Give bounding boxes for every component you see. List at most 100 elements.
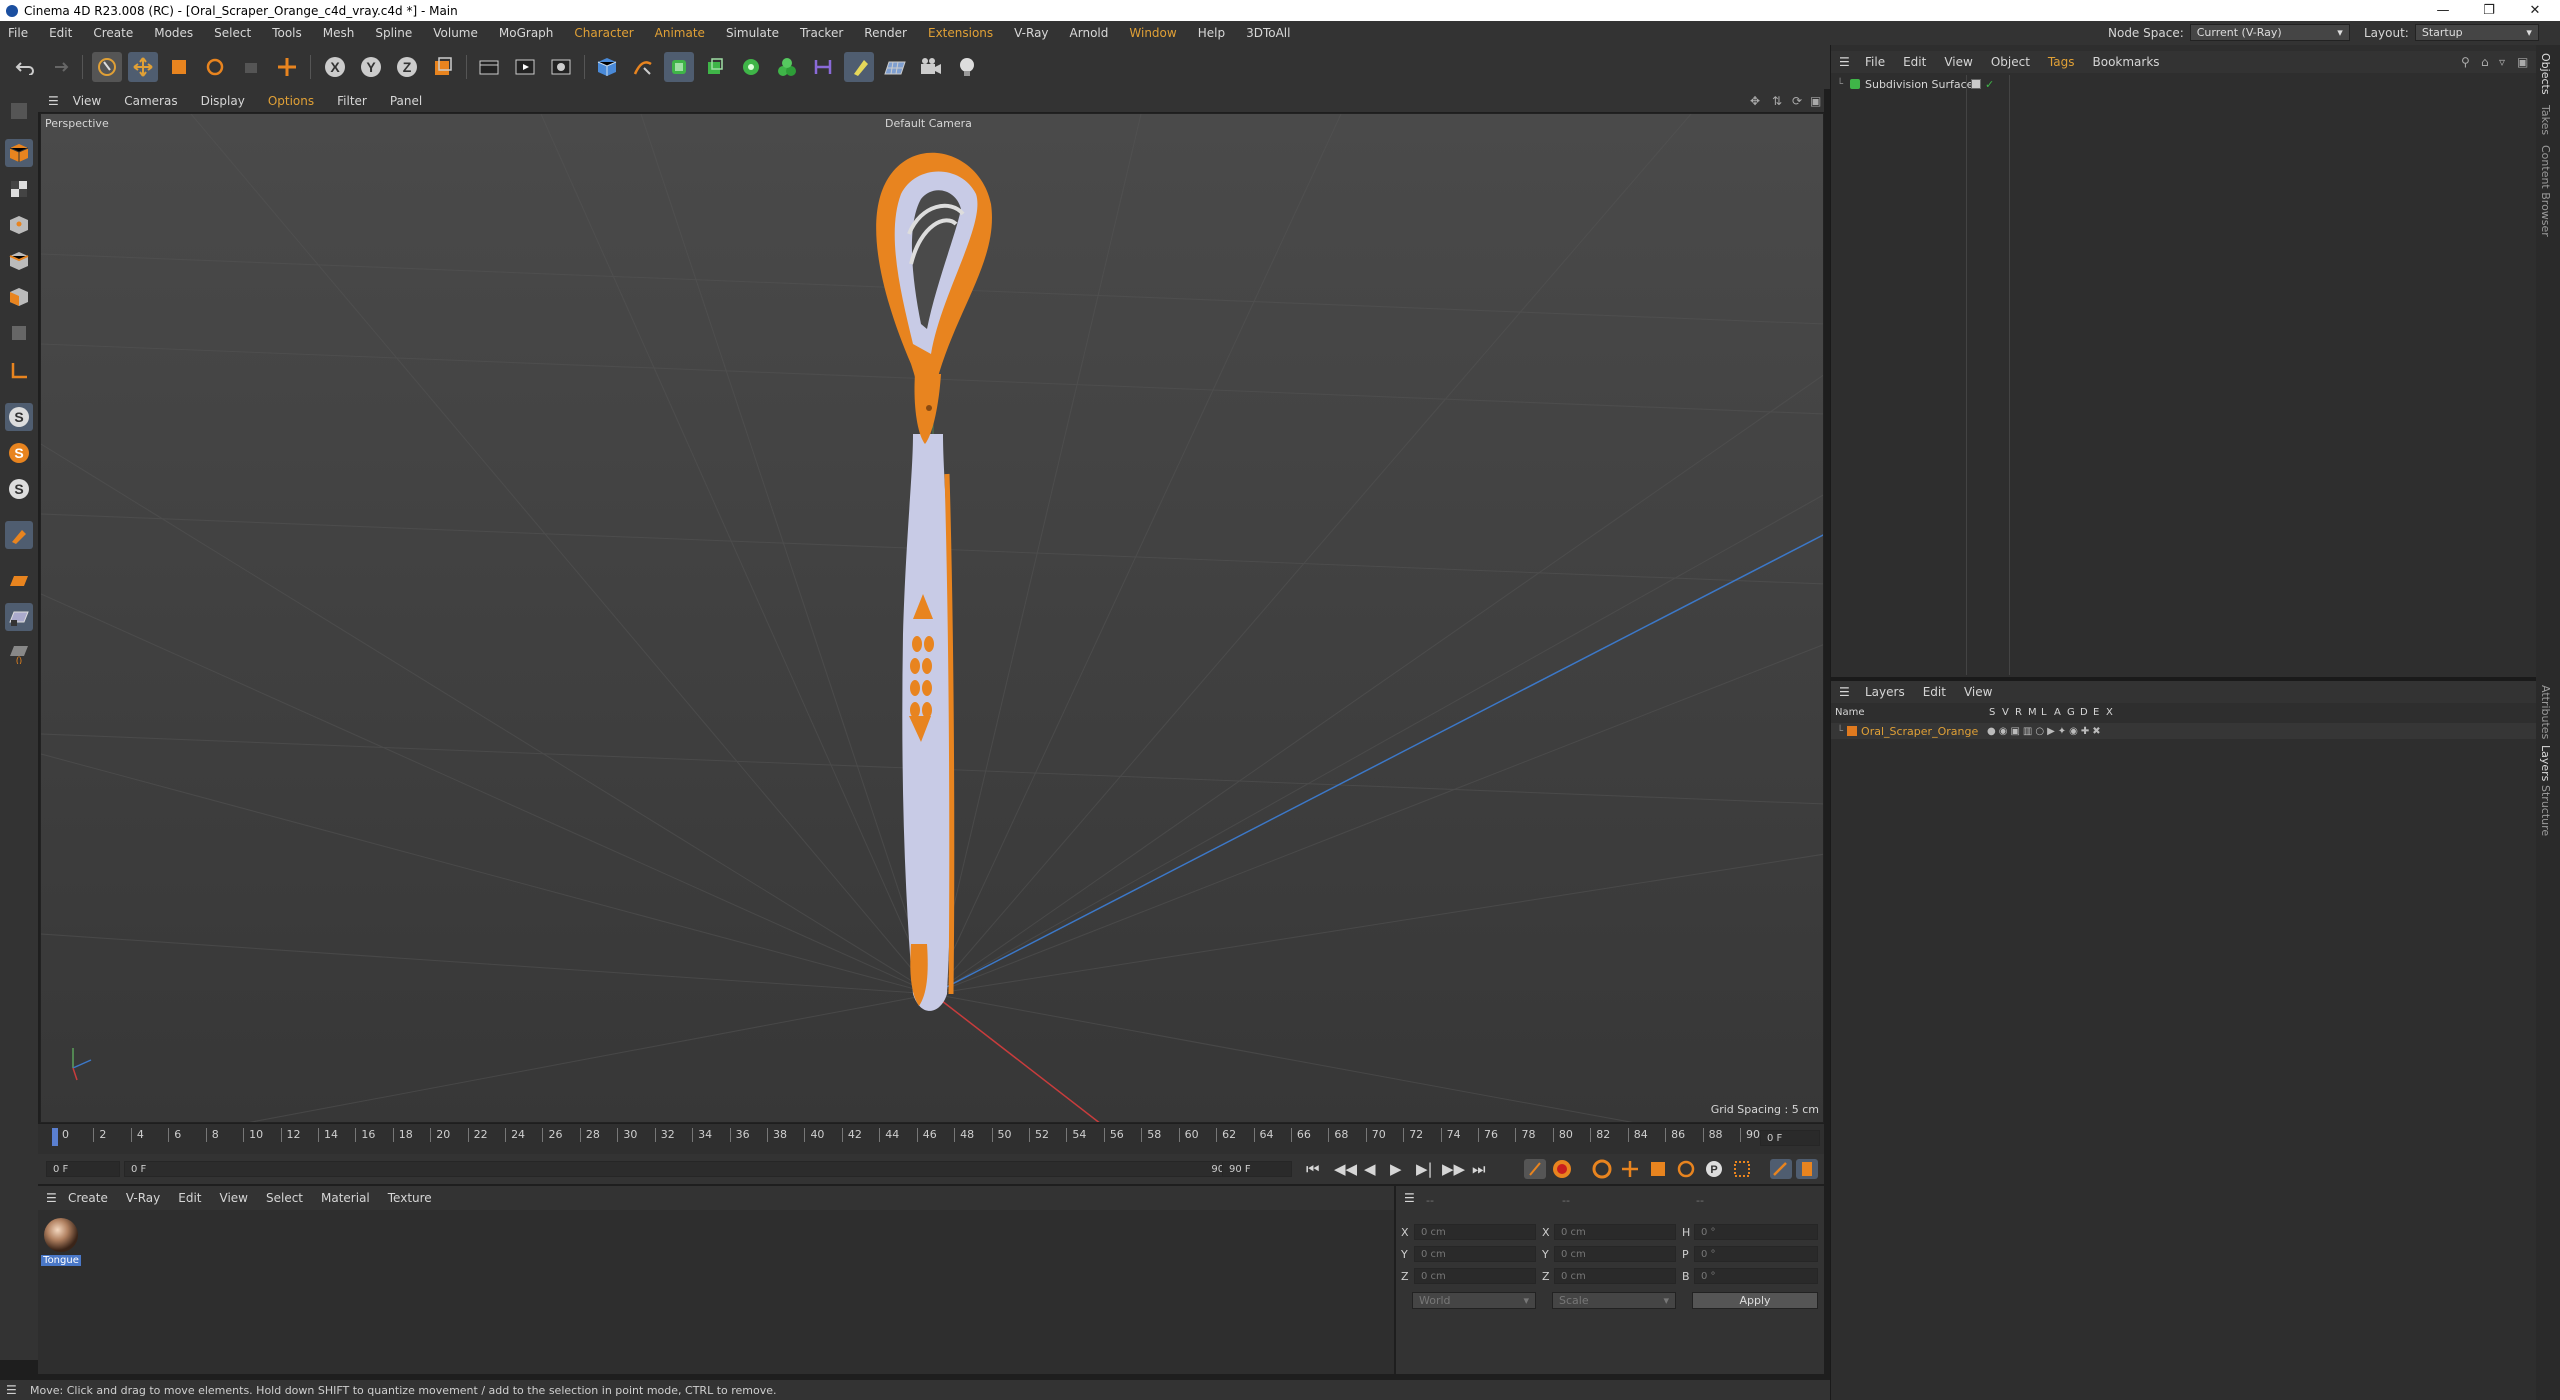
- layers-menu-view[interactable]: View: [1964, 685, 1992, 699]
- pos-x-field[interactable]: 0 cm: [1414, 1224, 1536, 1240]
- home-icon[interactable]: ⌂: [2481, 55, 2489, 69]
- viewport-menu-options[interactable]: Options: [268, 94, 314, 108]
- scheme-settings-icon[interactable]: [1770, 1159, 1792, 1179]
- mat-menu-vray[interactable]: V-Ray: [126, 1191, 160, 1205]
- frame-range-slider[interactable]: 0 F90 F: [124, 1161, 1240, 1177]
- hamburger-icon[interactable]: ☰: [46, 1191, 57, 1205]
- record-active-icon[interactable]: [1524, 1159, 1546, 1179]
- viewport-menu-cameras[interactable]: Cameras: [124, 94, 177, 108]
- menu-mograph[interactable]: MoGraph: [499, 26, 554, 40]
- recent-tool-icon[interactable]: [236, 52, 266, 82]
- filter-icon[interactable]: ▿: [2499, 55, 2505, 69]
- pos-z-field[interactable]: 0 cm: [1414, 1268, 1536, 1284]
- coordinate-mode-dropdown[interactable]: World ▾: [1412, 1292, 1536, 1309]
- new-window-icon[interactable]: ▣: [2517, 55, 2528, 69]
- size-z-field[interactable]: 0 cm: [1554, 1268, 1676, 1284]
- rot-p-field[interactable]: 0 °: [1694, 1246, 1818, 1262]
- viewport-zoom-icon[interactable]: ⇅: [1772, 94, 1782, 108]
- side-tab-structure[interactable]: Structure: [2539, 785, 2552, 836]
- menu-help[interactable]: Help: [1198, 26, 1225, 40]
- restore-icon[interactable]: ❐: [2466, 0, 2512, 21]
- move-tool-icon[interactable]: [128, 52, 158, 82]
- scale-tool-icon[interactable]: [164, 52, 194, 82]
- pen-spline-icon[interactable]: [628, 52, 658, 82]
- step-back-icon[interactable]: ◀: [1364, 1160, 1376, 1178]
- viewport-menu-panel[interactable]: Panel: [390, 94, 422, 108]
- menu-3dtoall[interactable]: 3DToAll: [1246, 26, 1290, 40]
- key-parameter-icon[interactable]: P: [1704, 1159, 1724, 1179]
- 3d-viewport[interactable]: Perspective Default Camera Grid Spacing …: [40, 113, 1824, 1123]
- menu-window[interactable]: Window: [1129, 26, 1176, 40]
- go-to-end-icon[interactable]: ⏭: [1472, 1160, 1486, 1178]
- hamburger-icon[interactable]: ☰: [6, 1383, 17, 1397]
- objects-menu-bookmarks[interactable]: Bookmarks: [2093, 55, 2160, 69]
- layers-menu-layers[interactable]: Layers: [1865, 685, 1905, 699]
- viewport-menu-view[interactable]: View: [73, 94, 101, 108]
- current-frame-field[interactable]: 0 F: [46, 1161, 120, 1177]
- cloner-icon[interactable]: [736, 52, 766, 82]
- side-tab-layers[interactable]: Layers: [2539, 745, 2552, 781]
- polygons-mode-icon[interactable]: [5, 283, 33, 311]
- workplane-icon[interactable]: [5, 567, 33, 595]
- next-key-icon[interactable]: ▶▶: [1442, 1160, 1465, 1178]
- object-mode-icon[interactable]: [5, 319, 33, 347]
- render-settings-icon[interactable]: [546, 52, 576, 82]
- viewport-menu-display[interactable]: Display: [201, 94, 245, 108]
- coordinate-system-icon[interactable]: [428, 52, 458, 82]
- camera-icon[interactable]: [916, 52, 946, 82]
- mograph-icon[interactable]: [772, 52, 802, 82]
- camera-label[interactable]: Default Camera: [885, 117, 972, 130]
- hamburger-icon[interactable]: ☰: [48, 94, 59, 108]
- grid-lock-icon[interactable]: [5, 603, 33, 631]
- enabled-check-icon[interactable]: ✓: [1985, 78, 1994, 91]
- mat-menu-view[interactable]: View: [220, 1191, 248, 1205]
- editor-visibility-icon[interactable]: [1971, 79, 1981, 89]
- cube-icon[interactable]: [592, 52, 622, 82]
- pos-y-field[interactable]: 0 cm: [1414, 1246, 1536, 1262]
- timeline-end-field[interactable]: 0 F: [1760, 1130, 1820, 1146]
- key-rotation-icon[interactable]: [1676, 1159, 1696, 1179]
- material-swatch[interactable]: Tongue: [41, 1216, 81, 1272]
- menu-select[interactable]: Select: [214, 26, 251, 40]
- menu-tracker[interactable]: Tracker: [800, 26, 843, 40]
- light-icon[interactable]: [952, 52, 982, 82]
- menu-create[interactable]: Create: [93, 26, 133, 40]
- render-view-icon[interactable]: [510, 52, 540, 82]
- objects-menu-file[interactable]: File: [1865, 55, 1885, 69]
- max-frame-field[interactable]: 90 F: [1222, 1161, 1292, 1177]
- tree-expand-icon[interactable]: └: [1837, 726, 1843, 737]
- key-position-icon[interactable]: [1620, 1159, 1640, 1179]
- menu-volume[interactable]: Volume: [433, 26, 478, 40]
- rotate-tool-icon[interactable]: [200, 52, 230, 82]
- side-tab-content-browser[interactable]: Content Browser: [2539, 145, 2552, 237]
- menu-edit[interactable]: Edit: [49, 26, 72, 40]
- step-forward-icon[interactable]: ▶|: [1416, 1160, 1433, 1178]
- keyframe-selection-icon[interactable]: [1592, 1159, 1612, 1179]
- side-tab-attributes[interactable]: Attributes: [2539, 685, 2552, 739]
- model-mode-icon[interactable]: [5, 139, 33, 167]
- apply-button[interactable]: Apply: [1692, 1292, 1818, 1309]
- layer-color-swatch[interactable]: [1847, 726, 1858, 736]
- texture-mode-icon[interactable]: [5, 175, 33, 203]
- snap-settings-icon[interactable]: S: [5, 439, 33, 467]
- mat-menu-material[interactable]: Material: [321, 1191, 370, 1205]
- search-icon[interactable]: ⚲: [2461, 55, 2470, 69]
- objects-menu-view[interactable]: View: [1944, 55, 1972, 69]
- layers-menu-edit[interactable]: Edit: [1923, 685, 1946, 699]
- solo-icon[interactable]: (): [5, 639, 33, 667]
- hamburger-icon[interactable]: ☰: [1839, 685, 1850, 699]
- edges-mode-icon[interactable]: [5, 247, 33, 275]
- brush-icon[interactable]: [5, 521, 33, 549]
- menu-mesh[interactable]: Mesh: [323, 26, 355, 40]
- environment-icon[interactable]: [844, 52, 874, 82]
- x-axis-lock-icon[interactable]: X: [320, 52, 350, 82]
- minimize-icon[interactable]: —: [2420, 0, 2466, 21]
- node-space-dropdown[interactable]: Current (V-Ray) ▾: [2189, 24, 2350, 41]
- quantize-icon[interactable]: S: [5, 475, 33, 503]
- layer-row[interactable]: └ Oral_Scraper_Orange ●◉▣▥○▶✦◉✚✖: [1831, 723, 2537, 739]
- menu-tools[interactable]: Tools: [272, 26, 302, 40]
- go-to-start-icon[interactable]: ⏮: [1306, 1160, 1320, 1178]
- key-scale-icon[interactable]: [1648, 1159, 1668, 1179]
- timeline-window-icon[interactable]: [1796, 1159, 1818, 1179]
- redo-icon[interactable]: [44, 52, 74, 82]
